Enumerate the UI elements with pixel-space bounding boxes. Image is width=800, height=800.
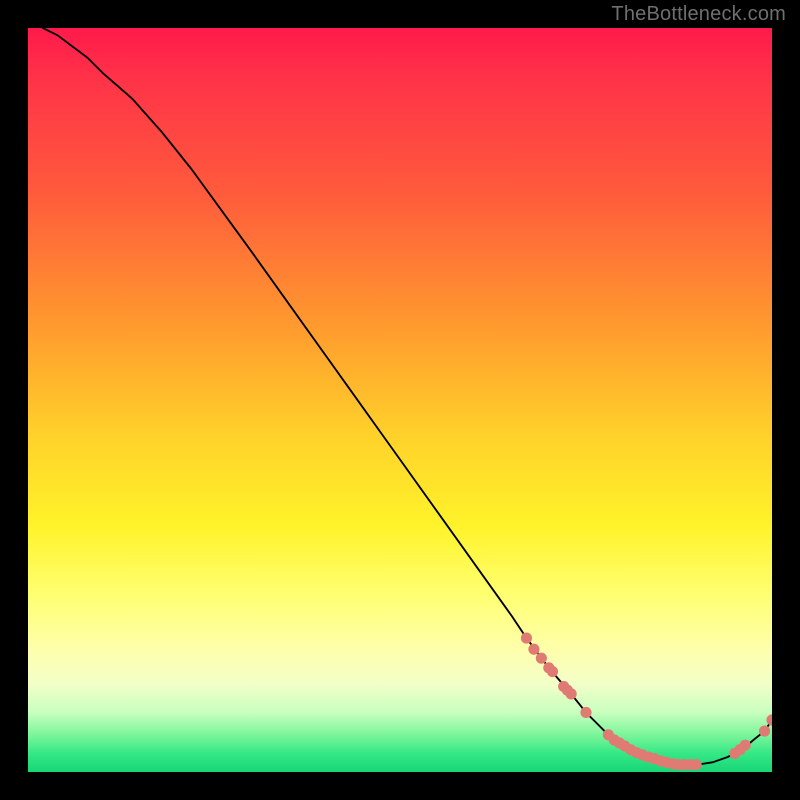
curve-line — [43, 28, 772, 765]
chart-container: TheBottleneck.com — [0, 0, 800, 800]
chart-overlay — [28, 28, 772, 772]
highlight-points — [521, 633, 772, 771]
watermark-text: TheBottleneck.com — [611, 3, 786, 26]
plot-area — [28, 28, 772, 772]
